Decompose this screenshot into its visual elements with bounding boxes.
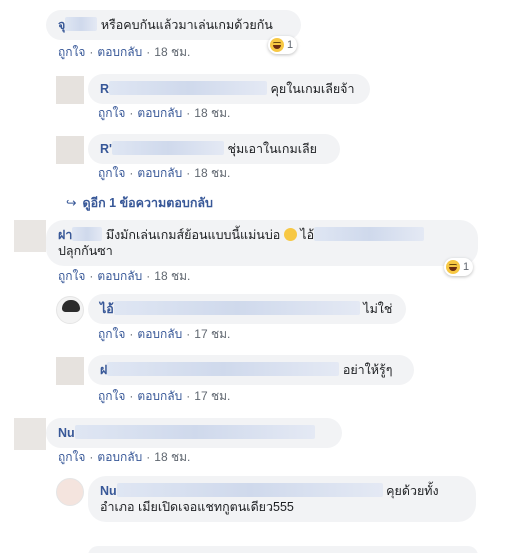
like-link[interactable]: ถูกใจ <box>98 166 125 180</box>
timestamp[interactable]: 18 ชม. <box>194 166 230 180</box>
reaction-count: 1 <box>287 39 294 51</box>
comment-text: ปลุกกันซา <box>58 244 113 258</box>
commenter-name[interactable]: Nu <box>58 426 75 440</box>
redacted-name <box>65 17 98 31</box>
timestamp[interactable]: 18 ชม. <box>154 450 190 464</box>
reply-link[interactable]: ตอบกลับ <box>97 269 142 283</box>
comment-text: ชุ่มเอาในเกมเลีย <box>227 142 317 156</box>
redacted-mention <box>314 227 425 241</box>
timestamp[interactable]: 18 ชม. <box>154 45 190 59</box>
avatar[interactable] <box>14 220 46 252</box>
commenter-name[interactable]: ฝา <box>58 228 72 242</box>
comment-text: อำเภอ เมียเปิดเจอแชทกูตนเดียว555 <box>100 500 294 514</box>
smirk-emoji-icon <box>283 228 297 241</box>
reply-link[interactable]: ตอบกลับ <box>137 166 182 180</box>
avatar[interactable] <box>56 478 84 506</box>
reply-link[interactable]: ตอบกลับ <box>137 389 182 403</box>
comment-actions: ถูกใจ · ตอบกลับ · 18 ชม. <box>58 45 191 59</box>
comment-bubble: R คุยในเกมเลียจ้า <box>88 74 370 104</box>
comment-text: หรือคบกันแล้วมาเล่นเกมด้วยกัน <box>100 18 273 32</box>
avatar[interactable] <box>14 8 46 40</box>
haha-reaction-icon <box>270 38 284 52</box>
like-link[interactable]: ถูกใจ <box>98 106 125 120</box>
redacted-name <box>116 483 383 497</box>
redacted-name <box>113 301 360 315</box>
like-link[interactable]: ถูกใจ <box>58 269 85 283</box>
comment-bubble <box>88 546 478 553</box>
comment-bubble: ไอ้ ไม่ใช่ <box>88 294 406 324</box>
comment-text: อย่าให้รู้ๆ <box>342 363 393 377</box>
like-link[interactable]: ถูกใจ <box>58 450 85 464</box>
comment-bubble: Nu <box>46 418 342 448</box>
redacted-name <box>107 362 340 376</box>
haha-reaction-icon <box>446 260 460 274</box>
reply-arrow-icon: ↪ <box>66 196 77 210</box>
redacted-name <box>72 227 103 241</box>
comment-actions: ถูกใจ · ตอบกลับ · 18 ชม. <box>58 269 191 283</box>
redacted-name <box>109 81 268 95</box>
avatar[interactable] <box>56 296 84 324</box>
comment-text: คุยด้วยทั้ง <box>386 484 439 498</box>
comment-text: ไม่ใช่ <box>363 302 393 316</box>
reaction-badge[interactable]: 1 <box>444 258 474 276</box>
avatar[interactable] <box>56 357 84 385</box>
commenter-name[interactable]: Nu <box>100 484 117 498</box>
comment-bubble: ฝา มึงมักเล่นเกมส์ย้อนแบบนี้แม่นบ่อ ไอ้ … <box>46 220 478 266</box>
commenter-name[interactable]: ไอ้ <box>100 302 114 316</box>
commenter-name[interactable]: R <box>100 82 109 96</box>
like-link[interactable]: ถูกใจ <box>58 45 85 59</box>
avatar[interactable] <box>14 418 46 450</box>
timestamp[interactable]: 18 ชม. <box>154 269 190 283</box>
commenter-name[interactable]: จุ <box>58 18 65 32</box>
timestamp[interactable]: 17 ชม. <box>194 327 230 341</box>
comment-actions: ถูกใจ · ตอบกลับ · 17 ชม. <box>98 327 231 341</box>
reply-link[interactable]: ตอบกลับ <box>97 45 142 59</box>
like-link[interactable]: ถูกใจ <box>98 327 125 341</box>
commenter-name[interactable]: ฝ <box>100 363 107 377</box>
comment-actions: ถูกใจ · ตอบกลับ · 18 ชม. <box>98 166 231 180</box>
comment-actions: ถูกใจ · ตอบกลับ · 18 ชม. <box>58 450 191 464</box>
timestamp[interactable]: 17 ชม. <box>194 389 230 403</box>
comment-text-mention: ไอ้ <box>300 228 315 242</box>
reply-link[interactable]: ตอบกลับ <box>137 327 182 341</box>
avatar[interactable] <box>56 136 84 164</box>
avatar[interactable] <box>56 76 84 104</box>
comment-bubble: ฝ อย่าให้รู้ๆ <box>88 355 414 385</box>
commenter-name[interactable]: R' <box>100 142 112 156</box>
comment-actions: ถูกใจ · ตอบกลับ · 18 ชม. <box>98 106 231 120</box>
reaction-badge[interactable]: 1 <box>268 36 298 54</box>
reaction-count: 1 <box>463 261 470 273</box>
comment-bubble: Nu คุยด้วยทั้ง อำเภอ เมียเปิดเจอแชทกูตนเ… <box>88 476 476 522</box>
view-more-replies-link[interactable]: ↪ ดูอีก 1 ข้อความตอบกลับ <box>66 193 213 213</box>
comment-bubble: R' ชุ่มเอาในเกมเลีย <box>88 134 340 164</box>
reply-link[interactable]: ตอบกลับ <box>97 450 142 464</box>
timestamp[interactable]: 18 ชม. <box>194 106 230 120</box>
comment-text: มึงมักเล่นเกมส์ย้อนแบบนี้แม่นบ่อ <box>105 228 281 242</box>
redacted-name <box>74 425 315 439</box>
reply-link[interactable]: ตอบกลับ <box>137 106 182 120</box>
comment-bubble: จุ หรือคบกันแล้วมาเล่นเกมด้วยกัน <box>46 10 301 40</box>
redacted-name <box>112 141 224 155</box>
comment-text: คุยในเกมเลียจ้า <box>270 82 355 96</box>
like-link[interactable]: ถูกใจ <box>98 389 125 403</box>
comment-actions: ถูกใจ · ตอบกลับ · 17 ชม. <box>98 389 231 403</box>
